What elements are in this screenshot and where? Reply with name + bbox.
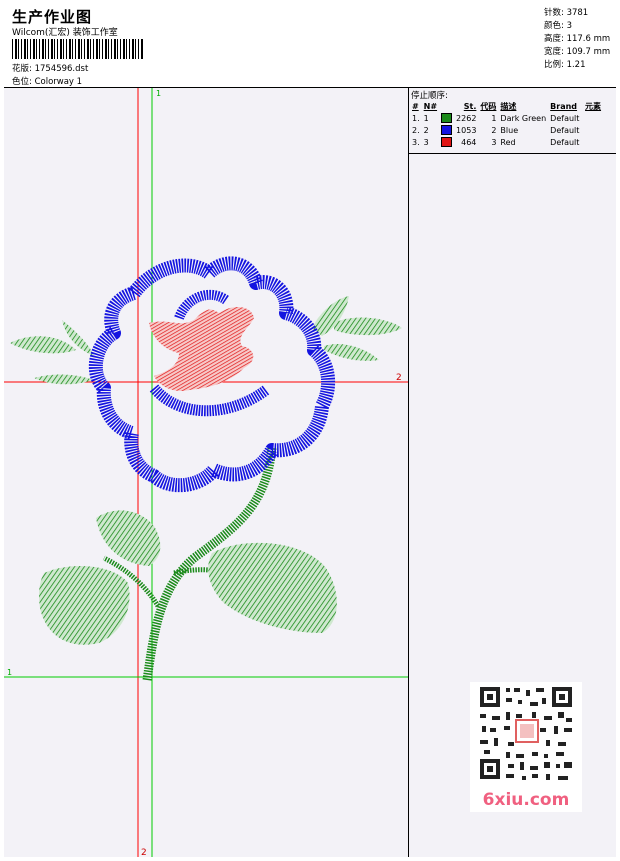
row-swatch	[439, 124, 454, 136]
row-brand: Default	[550, 137, 580, 147]
color-count: 颜色: 3	[544, 21, 572, 31]
leaf-left-3	[34, 374, 94, 385]
guide-mark-top: 1	[156, 89, 161, 98]
design-width: 宽度: 109.7 mm	[544, 47, 611, 57]
row-element	[583, 124, 603, 136]
row-stitches: 2262	[456, 113, 477, 123]
col-brand: Brand	[550, 101, 578, 111]
col-index: #	[412, 101, 419, 111]
row-element	[583, 136, 603, 148]
company-name: Wilcom(汇宏) 装饰工作室	[12, 28, 118, 38]
rose-inner-petal	[149, 384, 270, 417]
watermark-site: 6xiu.com	[483, 790, 570, 810]
row-desc: Red	[500, 137, 516, 147]
table-row: 3. 3 464 3 Red Default	[410, 136, 603, 148]
row-brand: Default	[550, 113, 580, 123]
colorway-row: 色位: Colorway 1	[12, 75, 82, 87]
row-swatch	[439, 136, 454, 148]
color-swatch	[441, 125, 453, 135]
stitch-count: 针数: 3781	[544, 8, 589, 18]
color-swatch	[441, 137, 453, 147]
leaf-top-right-2	[334, 317, 402, 336]
guide-mark-bottom: 2	[141, 848, 147, 857]
qr-watermark: 6xiu.com	[470, 682, 582, 812]
table-row: 2. 2 1053 2 Blue Default	[410, 124, 603, 136]
design-file-row: 花版: 1754596.dst	[12, 62, 88, 74]
row-needle: 3	[423, 137, 429, 147]
table-row: 1. 1 2262 1 Dark Green Default	[410, 112, 603, 124]
stop-sequence-table: # N# St. 代码 描述 Brand 元素 1. 1 2262 1 Dark…	[410, 100, 603, 148]
qr-code-icon: 6xiu.com	[470, 682, 582, 812]
barcode	[12, 39, 144, 59]
row-element	[583, 112, 603, 124]
row-desc: Blue	[500, 125, 519, 135]
leaf-top-right-3	[324, 343, 379, 361]
leaf-right	[208, 542, 337, 633]
col-stitches: St.	[463, 101, 477, 111]
design-file: 1754596.dst	[34, 64, 89, 74]
leaf-top-left	[96, 510, 161, 566]
row-needle: 1	[423, 113, 429, 123]
table-divider	[409, 153, 616, 154]
row-stitches: 1053	[456, 125, 477, 135]
stats-panel: 针数: 3781 颜色: 3 高度: 117.6 mm 宽度: 109.7 mm…	[541, 4, 616, 88]
col-swatch	[439, 100, 454, 112]
guide-mark-right: 2	[396, 373, 402, 383]
row-desc: Dark Green	[500, 113, 547, 123]
design-ratio: 比例: 1.21	[544, 60, 586, 70]
table-header-row: # N# St. 代码 描述 Brand 元素	[410, 100, 603, 112]
leaf-bottom-left	[39, 565, 130, 645]
col-code: 代码	[480, 101, 497, 111]
embroidery-drawing: 1 2 1 2	[4, 88, 408, 857]
row-code: 3	[491, 137, 497, 147]
color-swatch	[441, 113, 453, 123]
row-index: 1.	[412, 113, 420, 123]
header-panel: 生产作业图 Wilcom(汇宏) 装饰工作室 花版: 1754596.dst 色…	[4, 4, 542, 88]
page-title: 生产作业图	[12, 8, 93, 26]
design-canvas: 1 2 1 2	[4, 88, 409, 857]
design-height: 高度: 117.6 mm	[544, 34, 611, 44]
row-needle: 2	[423, 125, 429, 135]
row-brand: Default	[550, 125, 580, 135]
rose-center	[149, 306, 254, 392]
row-swatch	[439, 112, 454, 124]
colorway-label: 色位:	[12, 77, 32, 87]
guide-mark-left: 1	[7, 668, 12, 677]
leaf-left-1	[10, 336, 76, 354]
colorway-value: Colorway 1	[34, 77, 83, 87]
row-stitches: 464	[461, 137, 477, 147]
row-code: 1	[491, 113, 497, 123]
row-index: 3.	[412, 137, 420, 147]
col-desc: 描述	[500, 101, 517, 111]
row-code: 2	[491, 125, 497, 135]
design-label: 花版:	[12, 64, 32, 74]
row-index: 2.	[412, 125, 420, 135]
col-element: 元素	[585, 101, 602, 111]
col-needle: N#	[423, 101, 438, 111]
